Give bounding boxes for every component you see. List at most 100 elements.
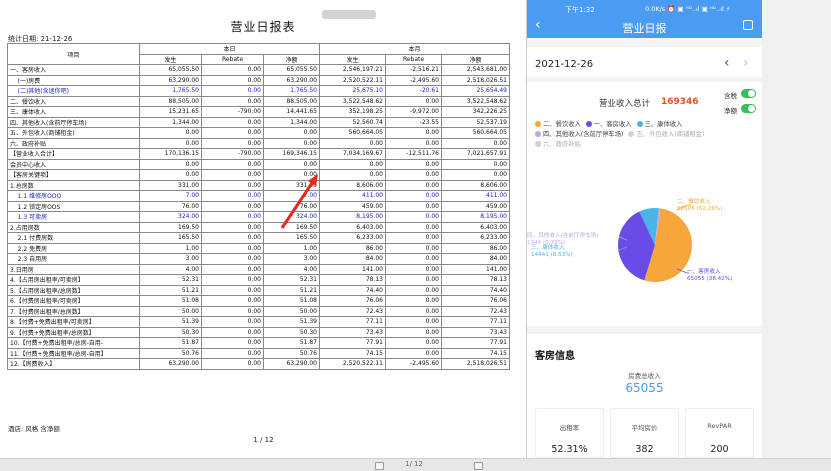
cell-value: 50.76: [139, 347, 202, 359]
row-label: 6.【付费房出租率/可卖房】: [7, 295, 140, 307]
cell-value: 65,055.50: [263, 64, 320, 76]
table-row: 会员中心收入 0.00 0.00 0.00 0.00 0.00 0.00: [7, 158, 510, 170]
row-label: (一)房费: [7, 74, 140, 86]
kpi-card-adr[interactable]: 平均房价 382: [610, 408, 679, 458]
table-row: 1.1 维修房OOO 7.00 0.00 7.00 411.00 0.00 411.00: [7, 190, 510, 202]
cell-value: 0.00: [201, 337, 264, 349]
cell-value: 51.87: [263, 337, 320, 349]
cell-value: 52.31: [139, 274, 202, 286]
cell-value: 63,290.00: [139, 74, 202, 86]
cell-value: 51.08: [139, 295, 202, 307]
cell-value: 165.50: [139, 232, 202, 244]
cell-value: -23.55: [385, 116, 442, 128]
kpi-label: 平均房价: [631, 424, 658, 432]
net-toggle-label: 净额: [724, 107, 737, 115]
mobile-app: 下午1:32 0.0K/s ⏰ ▣ ᴴᴰ..ıl ▣ ᴴᴰ..ıl ⚡ ‹ 营业…: [527, 0, 762, 458]
subheader-cell: Rebate: [201, 53, 264, 65]
cell-value: 51.39: [139, 316, 202, 328]
row-label: 一、客房收入: [7, 64, 140, 76]
report-page-number: 1 / 12: [253, 436, 274, 444]
cell-value: 76.00: [139, 200, 202, 212]
legend-item[interactable]: 六、政府补贴: [535, 140, 581, 150]
report-footer-text: 酒店: 风格 含净额: [8, 425, 60, 433]
cell-value: -2,495.60: [385, 74, 442, 86]
row-label: 会员中心收入: [7, 158, 140, 170]
cell-value: 0.00: [385, 347, 442, 359]
row-label: 2.1 付费房数: [7, 232, 140, 244]
cell-value: 0.00: [201, 242, 264, 254]
legend-item[interactable]: 二、餐饮收入: [535, 120, 581, 130]
subheader-cell: 发生: [139, 53, 202, 65]
cell-value: 51.87: [139, 337, 202, 349]
row-label: 2.占用房数: [7, 221, 140, 233]
kpi-card-revpar[interactable]: RevPAR 200: [685, 408, 754, 458]
row-label: 六、政府补贴: [7, 137, 140, 149]
legend-item[interactable]: 三、康体收入: [636, 120, 682, 130]
cell-value: 0.00: [201, 158, 264, 170]
net-toggle[interactable]: [741, 104, 756, 113]
cell-value: 6,233.00: [319, 232, 386, 244]
cell-value: 0.00: [385, 211, 442, 223]
tax-toggle[interactable]: [741, 89, 756, 98]
row-label: 三、康体收入: [7, 106, 140, 118]
cell-value: 2,518,026.51: [441, 74, 510, 86]
prev-day-icon[interactable]: ‹: [724, 55, 730, 71]
viewer-background: [762, 0, 831, 458]
viewer-toolbar: 1/ 12: [0, 458, 831, 471]
cell-value: 0.00: [263, 127, 320, 139]
table-row: 【营业收入合计】 170,136.15 -790.00 169,346.15 7,034…: [7, 148, 510, 160]
cell-value: 86.00: [319, 242, 386, 254]
table-row: 3.日用房 4.00 0.00 4.00 141.00 0.00 141.00: [7, 263, 510, 275]
cell-value: 0.00: [441, 137, 510, 149]
cell-value: 0.00: [139, 158, 202, 170]
cell-value: 52.31: [263, 274, 320, 286]
legend-item[interactable]: 五、外包收入(商铺租金): [628, 130, 704, 140]
cell-value: 0.00: [201, 326, 264, 338]
cell-value: 0.00: [201, 221, 264, 233]
row-label: 11.【付费+免费出租率/总房-自用】: [7, 347, 140, 359]
cell-value: 0.00: [201, 116, 264, 128]
cell-value: 0.00: [385, 337, 442, 349]
screen: 营业日报表 统计日期: 21-12-26 项目 本日 本月 发生 Rebate …: [0, 0, 831, 471]
status-icons: 0.0K/s ⏰ ▣ ᴴᴰ..ıl ▣ ᴴᴰ..ıl ⚡: [645, 5, 731, 13]
legend-dot-icon: [585, 121, 592, 127]
legend-item[interactable]: 一、客房收入: [585, 120, 632, 130]
table-row: 6.【付费房出租率/可卖房】 51.08 0.00 51.08 76.06 0.00 76.…: [7, 295, 510, 307]
cell-value: 51.21: [263, 284, 320, 296]
cell-value: 0.00: [201, 295, 264, 307]
legend-label: 四、其他收入(含前厅停车场): [543, 131, 624, 138]
kpi-value: 52.31%: [551, 444, 588, 455]
subheader-cell: Rebate: [385, 53, 442, 65]
row-label: 5.【占用房出租率/总房数】: [7, 284, 140, 296]
cell-value: 0.00: [139, 127, 202, 139]
cell-value: 0.00: [201, 274, 264, 286]
pie-label: 88505 (52.26%): [677, 206, 722, 212]
report-table: 项目 本日 本月 发生 Rebate 净额 发生 Rebate 净额 一、客房收…: [7, 43, 510, 370]
legend-item[interactable]: 四、其他收入(含前厅停车场): [535, 130, 623, 140]
cell-value: 50.30: [263, 326, 320, 338]
cell-value: 0.00: [201, 85, 264, 97]
pie-label: 1344 (0.79%): [527, 240, 565, 246]
total-label: 营业收入总计: [599, 99, 651, 109]
cell-value: 1.00: [263, 242, 320, 254]
date-text[interactable]: 2021-12-26: [535, 59, 593, 70]
chart-legend: 二、餐饮收入 一、客房收入 三、康体收入四、其他收入(含前厅停车场) 五、外包收入(商…: [535, 120, 757, 150]
cell-value: 77.91: [319, 337, 386, 349]
prev-page-button[interactable]: [375, 462, 384, 470]
next-page-button[interactable]: [474, 462, 483, 470]
row-label: 【营业收入合计】: [7, 148, 140, 160]
share-icon[interactable]: [743, 20, 753, 30]
next-day-icon[interactable]: ›: [743, 55, 749, 71]
room-revenue-label: 房费总收入: [628, 372, 661, 380]
cell-value: 169.50: [139, 221, 202, 233]
cell-value: 1,765.50: [139, 85, 202, 97]
cell-value: 1,344.00: [263, 116, 320, 128]
room-info-title: 客房信息: [535, 351, 575, 362]
cell-value: 63,290.00: [263, 74, 320, 86]
kpi-card-occupancy[interactable]: 出租率 52.31%: [535, 408, 604, 458]
table-row: 1.总房数 331.00 0.00 331.00 8,606.00 0.00 8,606.0…: [7, 179, 510, 191]
cell-value: 50.30: [139, 326, 202, 338]
cell-value: 0.00: [201, 137, 264, 149]
cell-value: 0.00: [385, 169, 442, 181]
table-row: 8.【付费+免费出租率/可卖房】 51.39 0.00 51.39 77.11 0.00 7…: [7, 316, 510, 328]
